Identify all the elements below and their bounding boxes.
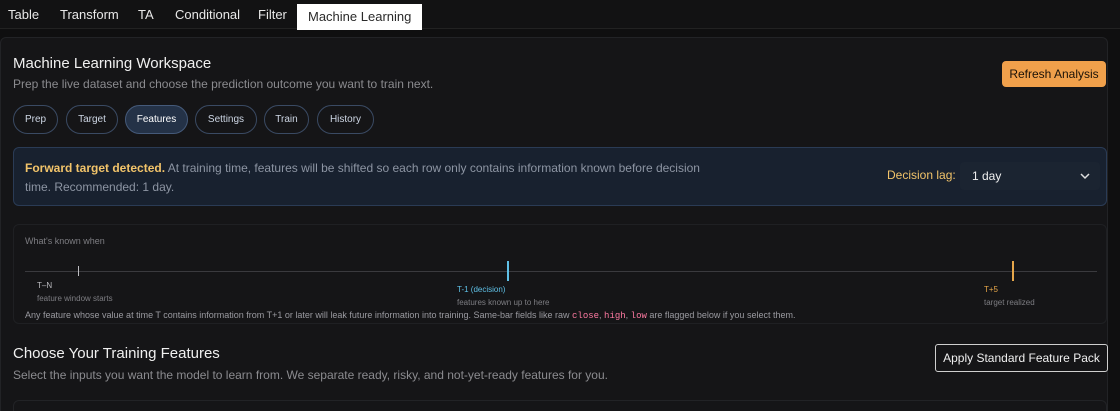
tab-transform[interactable]: Transform <box>60 0 119 29</box>
alert-message: Forward target detected. At training tim… <box>25 159 725 197</box>
page-title: Machine Learning Workspace <box>13 55 212 72</box>
leakage-note: Any feature whose value at time T contai… <box>25 310 796 321</box>
refresh-analysis-button[interactable]: Refresh Analysis <box>1002 61 1106 87</box>
timeline-axis <box>25 271 1097 272</box>
step-features[interactable]: Features <box>125 105 188 134</box>
tab-bar: Table Transform TA Conditional Filter Ma… <box>0 0 1120 30</box>
features-title: Choose Your Training Features <box>13 345 220 362</box>
page-subtitle: Prep the live dataset and choose the pre… <box>13 77 434 91</box>
chevron-down-icon <box>1080 173 1090 180</box>
step-settings[interactable]: Settings <box>195 105 257 134</box>
timeline-sub-target: target realized <box>984 298 1035 307</box>
decision-lag-label: Decision lag: <box>887 168 956 182</box>
apply-feature-pack-button[interactable]: Apply Standard Feature Pack <box>935 344 1108 372</box>
code-close: close <box>572 311 600 321</box>
features-subtitle: Select the inputs you want the model to … <box>13 368 608 382</box>
step-history[interactable]: History <box>317 105 374 134</box>
alert-title: Forward target detected. <box>25 161 166 175</box>
tab-filter[interactable]: Filter <box>258 0 287 29</box>
timeline-label-decision: T-1 (decision) <box>457 285 506 294</box>
step-train[interactable]: Train <box>264 105 309 134</box>
timeline-label-target: T+5 <box>984 285 999 294</box>
timeline-caption: What's known when <box>25 236 105 246</box>
tab-conditional[interactable]: Conditional <box>175 0 240 29</box>
tab-ta[interactable]: TA <box>138 0 154 29</box>
step-target[interactable]: Target <box>66 105 118 134</box>
tab-table[interactable]: Table <box>8 0 39 29</box>
timeline-marker-target <box>1012 261 1014 281</box>
leakage-note-after: are flagged below if you select them. <box>646 310 796 320</box>
tab-machine-learning[interactable]: Machine Learning <box>297 4 423 30</box>
leakage-note-before: Any feature whose value at time T contai… <box>25 310 573 320</box>
timeline-sub-start: feature window starts <box>37 294 113 303</box>
timeline-marker-start <box>78 266 79 276</box>
features-list-panel <box>13 400 1107 411</box>
timeline-marker-decision <box>507 261 509 281</box>
code-high: high <box>604 311 626 321</box>
timeline-sub-decision: features known up to here <box>457 298 550 307</box>
timeline-label-start: T–N <box>37 281 53 290</box>
forward-target-alert: Forward target detected. At training tim… <box>13 147 1107 206</box>
decision-lag-select[interactable]: 1 day <box>960 162 1100 190</box>
step-prep[interactable]: Prep <box>13 105 58 134</box>
decision-lag-value: 1 day <box>972 169 1002 183</box>
timeline-panel: What's known when T–N feature window sta… <box>13 224 1107 324</box>
code-low: low <box>630 311 647 321</box>
